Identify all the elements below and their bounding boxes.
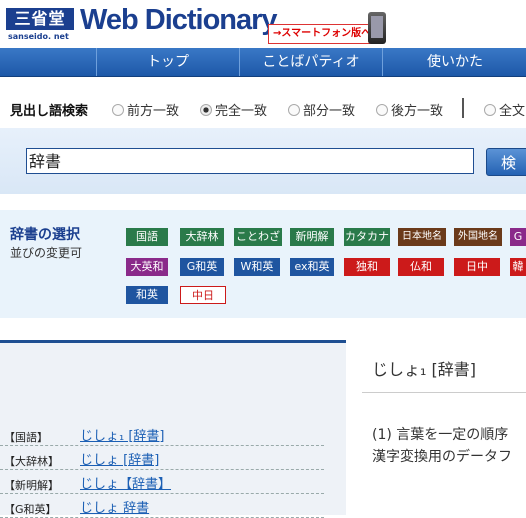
dict-chip-kotowaza[interactable]: ことわざ (234, 228, 282, 246)
radio-label: 完全一致 (215, 104, 268, 119)
site-title[interactable]: Web Dictionary (80, 4, 278, 37)
dictionary-selector-subtitle: 並びの変更可 (10, 246, 83, 260)
search-area: 辞書 検 (0, 128, 526, 194)
dict-chip-chunichi[interactable]: 中日 (180, 286, 226, 304)
radio-icon[interactable] (112, 104, 124, 116)
radio-icon[interactable] (484, 104, 496, 116)
dict-chip-dai-eiwa[interactable]: 大英和 (126, 258, 168, 276)
radio-label: 前方一致 (127, 104, 180, 119)
main-nav: トップ ことばパティオ 使いかた (0, 48, 526, 77)
radio-selected-icon[interactable] (200, 104, 212, 116)
logo-subtext: sanseido. net (8, 32, 69, 41)
dict-chip-nihon-chimei[interactable]: 日本地名 (398, 228, 446, 246)
nav-top[interactable]: トップ (96, 48, 239, 76)
radio-exact[interactable]: 完全一致 (200, 100, 267, 119)
result-dictionary-label: 【G和英】 (4, 503, 57, 516)
dict-chip-futsuwa[interactable]: 仏和 (398, 258, 444, 276)
radio-label: 後方一致 (391, 104, 444, 119)
dictionary-selector-title: 辞書の選択 (10, 227, 80, 243)
result-link[interactable]: じしょ₁ [辞書] (80, 425, 165, 444)
entry-definition: (1) 言葉を一定の順序 漢字変換用のデータフ (372, 424, 512, 468)
site-header: 三省堂 sanseido. net Web Dictionary →スマートフォ… (0, 0, 526, 46)
search-label: 見出し語検索 (10, 104, 89, 119)
dict-chip-g-waei[interactable]: G和英 (180, 258, 224, 276)
search-input[interactable]: 辞書 (26, 148, 474, 174)
dict-chip-ex-waei[interactable]: ex和英 (290, 258, 334, 276)
radio-label: 全文 (499, 104, 526, 119)
result-row: 【大辞林】 じしょ [辞書] (0, 447, 324, 470)
radio-label: 部分一致 (303, 104, 356, 119)
result-dictionary-label: 【大辞林】 (4, 455, 59, 468)
dict-chip-kokugo[interactable]: 国語 (126, 228, 168, 246)
radio-partial[interactable]: 部分一致 (288, 100, 355, 119)
result-link[interactable]: じしょ [辞書] (80, 449, 159, 468)
dict-chip-kan[interactable]: 韓 (510, 258, 526, 276)
dict-chip-dokuwa[interactable]: 独和 (344, 258, 390, 276)
radio-prefix[interactable]: 前方一致 (112, 100, 179, 119)
divider (362, 392, 526, 393)
radio-icon[interactable] (288, 104, 300, 116)
radio-suffix[interactable]: 後方一致 (376, 100, 443, 119)
dict-chip-g[interactable]: G (510, 228, 526, 246)
result-row: 【G和英】 じしょ 辞書 (0, 495, 324, 518)
entry-heading: じしょ₁ [辞書] (372, 360, 476, 379)
nav-kotoba-patio[interactable]: ことばパティオ (239, 48, 382, 76)
radio-icon[interactable] (376, 104, 388, 116)
radio-fulltext[interactable]: 全文 (484, 100, 525, 119)
search-button[interactable]: 検 (486, 148, 526, 176)
result-row: 【新明解】 じしょ【辞書】 (0, 471, 324, 494)
result-row: 【国語】 じしょ₁ [辞書] (0, 423, 324, 446)
result-link[interactable]: じしょ 辞書 (80, 497, 149, 516)
dict-chip-waei[interactable]: 和英 (126, 286, 168, 304)
smartphone-icon[interactable] (368, 12, 386, 44)
dict-chip-gaikoku-chimei[interactable]: 外国地名 (454, 228, 502, 246)
nav-usage[interactable]: 使いかた (382, 48, 526, 76)
sanseido-logo[interactable]: 三省堂 (6, 8, 74, 30)
definition-line: (1) 言葉を一定の順序 (372, 427, 509, 443)
results-panel: 【国語】 じしょ₁ [辞書] 【大辞林】 じしょ [辞書] 【新明解】 じしょ【… (0, 340, 346, 518)
dict-chip-katakana[interactable]: カタカナ (344, 228, 390, 246)
dict-chip-shinmeikai[interactable]: 新明解 (290, 228, 334, 246)
result-link[interactable]: じしょ【辞書】 (80, 473, 171, 492)
separator (462, 98, 464, 118)
search-mode-bar: 見出し語検索 前方一致 完全一致 部分一致 後方一致 全文 (0, 90, 526, 126)
dict-chip-w-waei[interactable]: W和英 (234, 258, 280, 276)
smartphone-link[interactable]: →スマートフォン版へ (268, 24, 374, 44)
dict-chip-nicchu[interactable]: 日中 (454, 258, 500, 276)
definition-line: 漢字変換用のデータフ (372, 449, 512, 465)
dict-chip-daijirin[interactable]: 大辞林 (180, 228, 224, 246)
dictionary-selector: 辞書の選択 並びの変更可 国語 大辞林 ことわざ 新明解 カタカナ 日本地名 外… (0, 210, 526, 318)
result-dictionary-label: 【新明解】 (4, 479, 59, 492)
result-dictionary-label: 【国語】 (4, 431, 48, 444)
